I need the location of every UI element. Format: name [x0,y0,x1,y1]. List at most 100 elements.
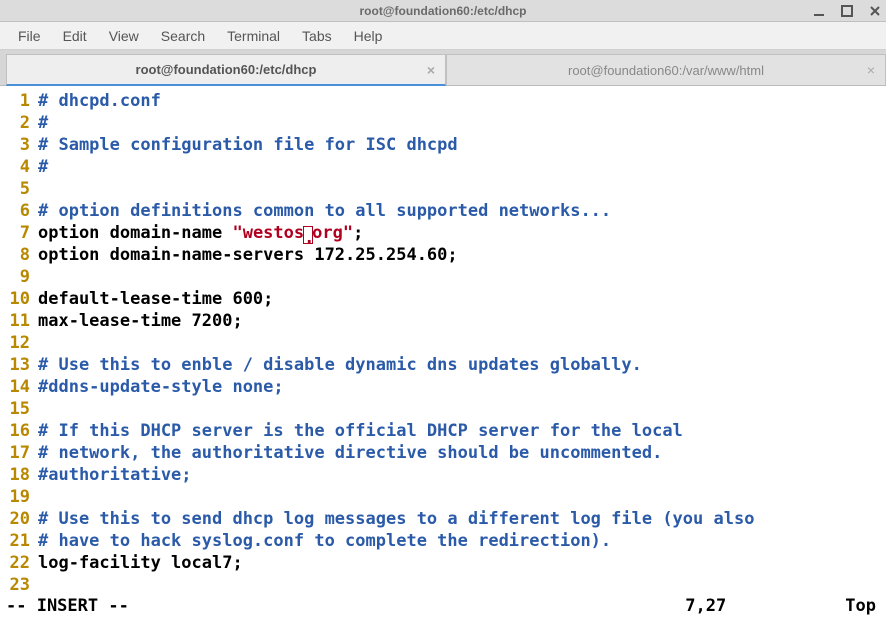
line-number: 8 [0,244,38,266]
code-token: # Use this to send dhcp log messages to … [38,509,754,529]
code-token: #ddns-update-style none; [38,377,284,397]
line-number: 14 [0,376,38,398]
code-token: org" [312,223,353,243]
code-content[interactable]: #ddns-update-style none; [38,376,886,398]
code-token: # Use this to enble / disable dynamic dn… [38,355,642,375]
code-line: 16# If this DHCP server is the official … [0,420,886,442]
code-line: 7option domain-name "westos.org"; [0,222,886,244]
line-number: 20 [0,508,38,530]
code-content[interactable]: # If this DHCP server is the official DH… [38,420,886,442]
code-line: 11max-lease-time 7200; [0,310,886,332]
menu-search[interactable]: Search [151,24,215,48]
menu-terminal[interactable]: Terminal [217,24,290,48]
tab-close-icon[interactable]: × [427,62,435,78]
code-token: # dhcpd.conf [38,91,161,111]
line-number: 17 [0,442,38,464]
line-number: 15 [0,398,38,420]
code-content[interactable]: #authoritative; [38,464,886,486]
vim-statusbar: -- INSERT -- 7,27 Top [0,595,886,617]
code-line: 22log-facility local7; [0,552,886,574]
code-content[interactable] [38,178,886,200]
code-line: 17# network, the authoritative directive… [0,442,886,464]
vim-mode: -- INSERT -- [6,596,129,616]
editor-viewport[interactable]: 1# dhcpd.conf2#3# Sample configuration f… [0,86,886,595]
code-token: ; [353,223,363,243]
code-content[interactable] [38,398,886,420]
code-line: 12 [0,332,886,354]
line-number: 5 [0,178,38,200]
code-line: 18#authoritative; [0,464,886,486]
close-icon[interactable] [868,4,882,18]
cursor-position: 7,27 [685,596,845,616]
code-token: "westos [232,223,304,243]
code-token: # [38,157,48,177]
code-content[interactable]: # Use this to enble / disable dynamic dn… [38,354,886,376]
code-line: 1# dhcpd.conf [0,90,886,112]
maximize-icon[interactable] [840,4,854,18]
menu-edit[interactable]: Edit [53,24,97,48]
tab-etc-dhcp[interactable]: root@foundation60:/etc/dhcp × [6,54,446,86]
code-content[interactable]: # [38,156,886,178]
code-line: 6# option definitions common to all supp… [0,200,886,222]
menu-file[interactable]: File [8,24,51,48]
line-number: 10 [0,288,38,310]
code-token: # option definitions common to all suppo… [38,201,611,221]
code-line: 20# Use this to send dhcp log messages t… [0,508,886,530]
code-line: 10default-lease-time 600; [0,288,886,310]
scroll-indicator: Top [845,596,880,616]
line-number: 9 [0,266,38,288]
tab-label: root@foundation60:/etc/dhcp [136,62,317,77]
code-content[interactable]: # Sample configuration file for ISC dhcp… [38,134,886,156]
code-line: 9 [0,266,886,288]
line-number: 6 [0,200,38,222]
minimize-icon[interactable] [812,4,826,18]
code-content[interactable]: default-lease-time 600; [38,288,886,310]
window-title: root@foundation60:/etc/dhcp [359,4,526,18]
tabbar: root@foundation60:/etc/dhcp × root@found… [0,50,886,86]
line-number: 16 [0,420,38,442]
code-content[interactable]: # option definitions common to all suppo… [38,200,886,222]
window-titlebar: root@foundation60:/etc/dhcp [0,0,886,22]
code-content[interactable]: # [38,112,886,134]
code-content[interactable] [38,486,886,508]
line-number: 21 [0,530,38,552]
menu-help[interactable]: Help [344,24,393,48]
code-line: 5 [0,178,886,200]
code-token: log-facility local7; [38,553,243,573]
line-number: 2 [0,112,38,134]
code-content[interactable]: # network, the authoritative directive s… [38,442,886,464]
code-content[interactable]: log-facility local7; [38,552,886,574]
code-line: 8option domain-name-servers 172.25.254.6… [0,244,886,266]
line-number: 1 [0,90,38,112]
code-content[interactable]: # Use this to send dhcp log messages to … [38,508,886,530]
code-content[interactable]: option domain-name "westos.org"; [38,222,886,244]
code-line: 14#ddns-update-style none; [0,376,886,398]
code-line: 3# Sample configuration file for ISC dhc… [0,134,886,156]
code-content[interactable] [38,266,886,288]
menubar: File Edit View Search Terminal Tabs Help [0,22,886,50]
code-content[interactable] [38,574,886,595]
code-content[interactable]: # have to hack syslog.conf to complete t… [38,530,886,552]
line-number: 22 [0,552,38,574]
line-number: 23 [0,574,38,595]
tab-close-icon[interactable]: × [867,62,875,78]
tab-var-www-html[interactable]: root@foundation60:/var/www/html × [446,54,886,85]
code-token: max-lease-time 7200; [38,311,243,331]
code-line: 15 [0,398,886,420]
line-number: 7 [0,222,38,244]
code-token: # have to hack syslog.conf to complete t… [38,531,611,551]
code-content[interactable] [38,332,886,354]
line-number: 4 [0,156,38,178]
menu-tabs[interactable]: Tabs [292,24,342,48]
code-token: # [38,113,48,133]
code-line: 21# have to hack syslog.conf to complete… [0,530,886,552]
code-token: default-lease-time 600; [38,289,273,309]
code-content[interactable]: option domain-name-servers 172.25.254.60… [38,244,886,266]
menu-view[interactable]: View [99,24,149,48]
code-content[interactable]: max-lease-time 7200; [38,310,886,332]
window-controls [812,0,882,21]
tab-label: root@foundation60:/var/www/html [568,63,764,78]
code-content[interactable]: # dhcpd.conf [38,90,886,112]
code-line: 4# [0,156,886,178]
text-cursor: . [303,226,313,244]
